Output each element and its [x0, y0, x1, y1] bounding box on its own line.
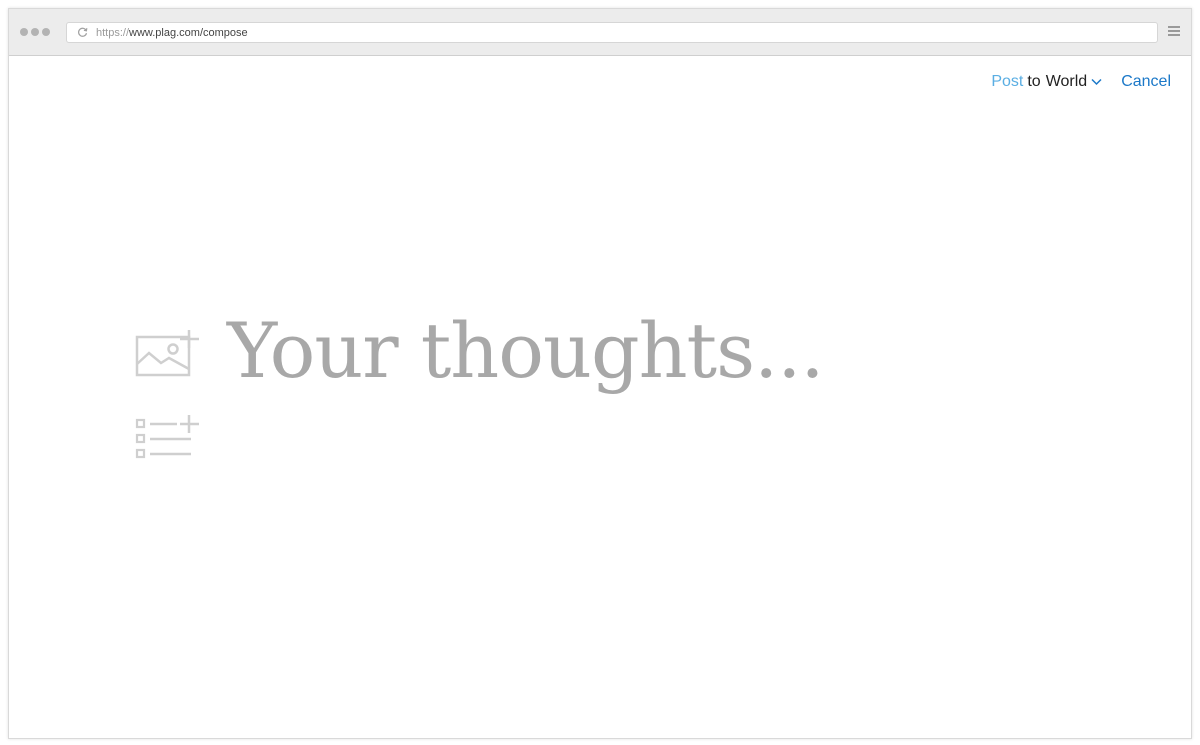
add-list-icon[interactable]: [135, 414, 201, 462]
window-dot[interactable]: [31, 28, 39, 36]
chevron-down-icon: [1091, 78, 1102, 86]
hamburger-menu-icon[interactable]: [1168, 26, 1180, 38]
window-controls: [20, 28, 50, 36]
to-label: to: [1027, 73, 1041, 90]
audience-label: World: [1045, 73, 1088, 90]
browser-window: https://www.plag.com/compose Post to Wor…: [8, 8, 1192, 739]
reload-icon[interactable]: [75, 26, 89, 40]
browser-chrome: https://www.plag.com/compose: [9, 9, 1191, 56]
thoughts-input[interactable]: Your thoughts...: [227, 301, 1027, 401]
cancel-button[interactable]: Cancel: [1121, 73, 1171, 91]
url-scheme: https://: [96, 26, 130, 39]
add-image-icon[interactable]: [135, 328, 201, 378]
url-host-path: www.plag.com/compose: [129, 26, 248, 39]
compose-topbar: Post to World Cancel: [991, 73, 1171, 91]
post-button[interactable]: Post: [991, 73, 1023, 91]
window-dot[interactable]: [20, 28, 28, 36]
audience-selector[interactable]: World: [1046, 73, 1103, 91]
window-dot[interactable]: [42, 28, 50, 36]
address-bar[interactable]: https://www.plag.com/compose: [66, 22, 1158, 43]
